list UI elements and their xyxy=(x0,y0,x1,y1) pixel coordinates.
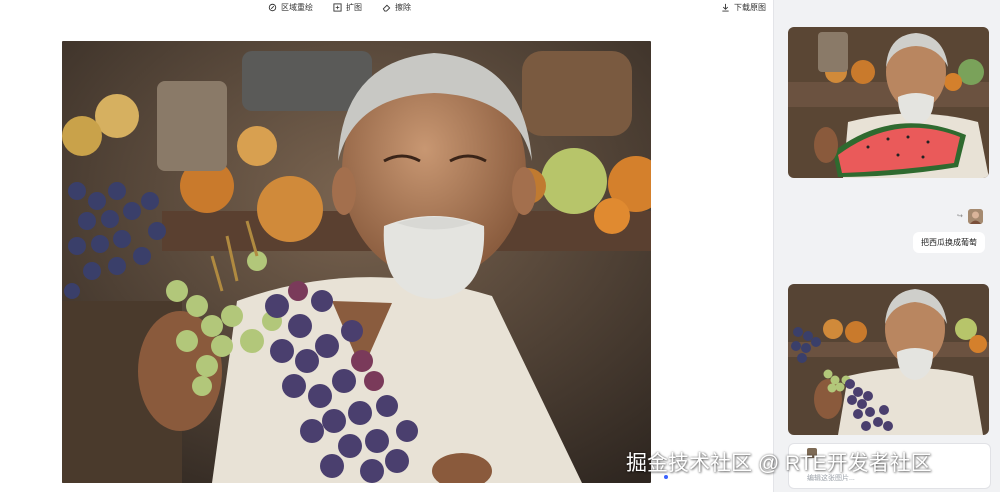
image-toolbar: 区域重绘 扩图 擦除 下载原图 xyxy=(0,0,773,14)
history-image-watermelon[interactable] xyxy=(788,27,989,178)
reply-arrow-icon: ↪ xyxy=(957,213,963,220)
history-image-grapes[interactable] xyxy=(788,284,989,435)
history-panel: ↪ 把西瓜换成葡萄 编辑这张图片... xyxy=(773,0,1000,492)
scroll-indicator xyxy=(664,475,668,479)
download-label: 下载原图 xyxy=(734,2,766,12)
attached-image-thumbnail xyxy=(807,448,817,458)
download-icon xyxy=(722,3,729,12)
main-image[interactable] xyxy=(62,41,651,483)
user-message-bubble: 把西瓜换成葡萄 xyxy=(913,232,985,253)
user-message-text: 把西瓜换成葡萄 xyxy=(921,238,977,247)
brush-icon xyxy=(268,3,277,11)
old-man-grapes-image xyxy=(62,41,651,483)
region-redraw-button[interactable]: 区域重绘 xyxy=(268,1,313,13)
expand-icon xyxy=(333,2,342,12)
eraser-icon xyxy=(382,4,391,12)
expand-label: 扩图 xyxy=(346,2,362,12)
region-redraw-label: 区域重绘 xyxy=(281,2,313,12)
editor-pane: 区域重绘 扩图 擦除 下载原图 xyxy=(0,0,773,492)
user-avatar xyxy=(968,209,983,224)
prompt-placeholder: 编辑这张图片... xyxy=(807,475,855,482)
old-man-grapes-thumbnail xyxy=(788,284,989,435)
old-man-watermelon-thumbnail xyxy=(788,27,989,178)
erase-label: 擦除 xyxy=(395,2,411,12)
prompt-input[interactable]: 编辑这张图片... xyxy=(788,443,991,489)
download-original-button[interactable]: 下载原图 xyxy=(721,1,766,13)
expand-button[interactable]: 扩图 xyxy=(333,1,362,13)
erase-button[interactable]: 擦除 xyxy=(382,1,411,13)
user-avatar-image xyxy=(968,209,983,224)
